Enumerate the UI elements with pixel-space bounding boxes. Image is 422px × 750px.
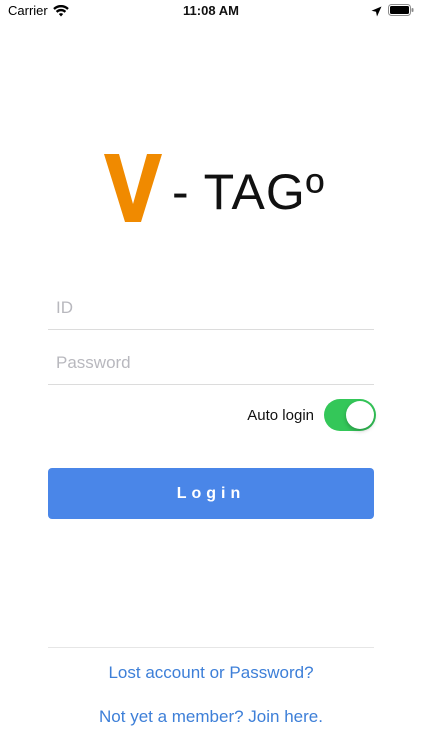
auto-login-toggle[interactable] — [324, 399, 376, 431]
clock: 11:08 AM — [183, 3, 239, 18]
toggle-knob — [346, 401, 374, 429]
status-icons — [371, 3, 414, 16]
id-input[interactable] — [48, 287, 374, 329]
password-input[interactable] — [48, 342, 374, 384]
logo-v-mark — [104, 154, 162, 222]
divider — [48, 647, 374, 648]
battery-icon — [388, 3, 414, 16]
id-field — [48, 287, 374, 330]
status-bar: Carrier 11:08 AM — [0, 0, 422, 22]
join-link[interactable]: Not yet a member? Join here. — [0, 707, 422, 727]
location-icon — [371, 4, 382, 16]
logo-text: - TAGº — [172, 164, 325, 220]
auto-login-row: Auto login — [48, 399, 376, 431]
app-logo: - TAGº — [104, 150, 325, 226]
lost-account-link[interactable]: Lost account or Password? — [0, 663, 422, 683]
auto-login-label: Auto login — [247, 406, 314, 424]
password-field — [48, 342, 374, 385]
login-button[interactable]: Login — [48, 468, 374, 519]
